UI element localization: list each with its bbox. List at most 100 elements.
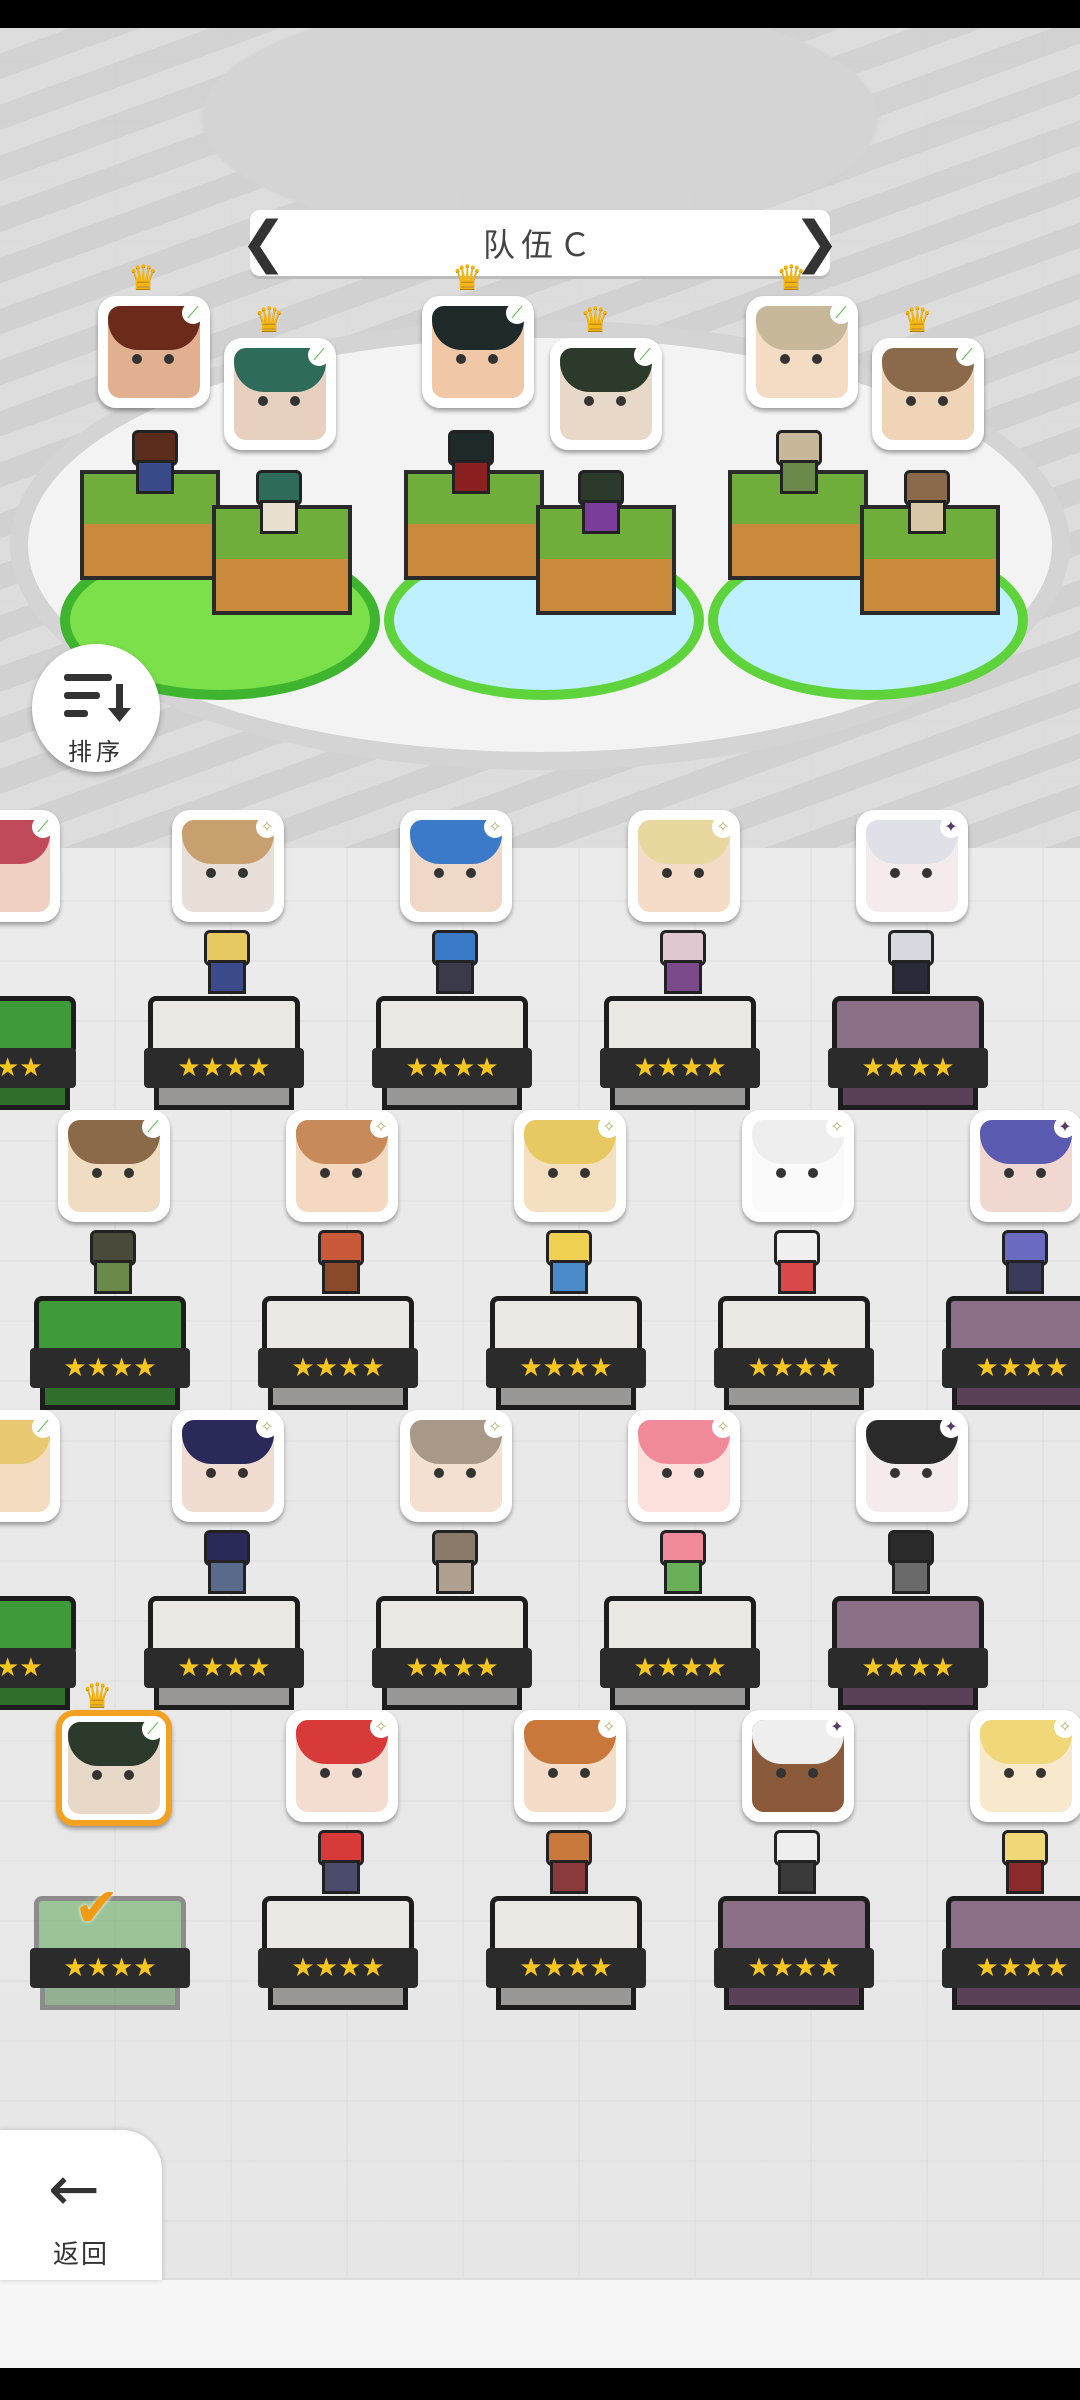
rarity-stars: ★★★★ xyxy=(372,1048,532,1088)
character-portrait[interactable]: ⟋ xyxy=(0,810,60,922)
character-portrait[interactable]: ✧ xyxy=(286,1110,398,1222)
grass-element-icon: ⟋ xyxy=(830,302,852,324)
team-sprite xyxy=(440,430,496,494)
team-sprite xyxy=(248,470,304,534)
character-sprite xyxy=(424,930,480,994)
grass-element-icon: ⟋ xyxy=(142,1116,164,1138)
character-sprite xyxy=(82,1230,138,1294)
light-element-icon: ✧ xyxy=(712,1416,734,1438)
leader-crown-icon: ♛ xyxy=(128,258,159,298)
dark-element-icon: ✦ xyxy=(826,1716,848,1738)
character-portrait[interactable]: ⟋ xyxy=(58,1110,170,1222)
rarity-stars: ★★★★ xyxy=(144,1048,304,1088)
dark-element-icon: ✦ xyxy=(940,816,962,838)
character-sprite xyxy=(424,1530,480,1594)
grass-element-icon: ⟋ xyxy=(32,1416,54,1438)
character-portrait[interactable]: ✧ xyxy=(172,810,284,922)
character-portrait[interactable]: ✧ xyxy=(172,1410,284,1522)
team-sprite xyxy=(896,470,952,534)
light-element-icon: ✧ xyxy=(370,1116,392,1138)
bottom-strip xyxy=(0,2278,1080,2370)
light-element-icon: ✧ xyxy=(598,1116,620,1138)
dark-element-icon: ✦ xyxy=(1054,1116,1076,1138)
character-portrait-selected[interactable]: ⟋ xyxy=(56,1710,172,1826)
back-label: 返回 xyxy=(52,2240,109,2270)
team-member-portrait[interactable]: ⟋ xyxy=(98,296,210,408)
character-sprite xyxy=(652,930,708,994)
character-portrait[interactable]: ✦ xyxy=(856,1410,968,1522)
character-sprite xyxy=(538,1830,594,1894)
team-sprite xyxy=(768,430,824,494)
team-sprite xyxy=(124,430,180,494)
sort-button[interactable]: 排序 xyxy=(32,644,160,772)
light-element-icon: ✧ xyxy=(484,1416,506,1438)
team-member-portrait[interactable]: ⟋ xyxy=(422,296,534,408)
leader-crown-icon: ♛ xyxy=(452,258,483,298)
navigation-bar xyxy=(0,2368,1080,2400)
light-element-icon: ✧ xyxy=(370,1716,392,1738)
chevron-left-icon[interactable]: ❮ xyxy=(240,214,287,272)
character-sprite xyxy=(310,1830,366,1894)
character-portrait[interactable]: ✧ xyxy=(970,1710,1080,1822)
light-element-icon: ✧ xyxy=(484,816,506,838)
character-sprite xyxy=(994,1230,1050,1294)
character-portrait[interactable]: ✦ xyxy=(970,1110,1080,1222)
game-screen: ❮ 队伍Ｃ ❯ ♛ ⟋ ♛ ⟋ ♛ ⟋ ♛ ⟋ ♛ ⟋ ♛ ⟋ 排序 ⟋ ★★ … xyxy=(0,0,1080,2400)
rarity-stars: ★★★★ xyxy=(828,1048,988,1088)
character-sprite xyxy=(310,1230,366,1294)
rarity-stars: ★★★★ xyxy=(600,1648,760,1688)
character-sprite xyxy=(766,1830,822,1894)
character-portrait[interactable]: ✧ xyxy=(742,1110,854,1222)
rarity-stars: ★★★★ xyxy=(372,1648,532,1688)
light-element-icon: ✧ xyxy=(826,1116,848,1138)
character-portrait[interactable]: ✧ xyxy=(628,810,740,922)
grass-element-icon: ⟋ xyxy=(182,302,204,324)
grass-element-icon: ⟋ xyxy=(308,344,330,366)
character-sprite xyxy=(880,930,936,994)
character-portrait[interactable]: ✧ xyxy=(400,1410,512,1522)
selected-check-icon: ✔ xyxy=(74,1876,120,1939)
sort-icon xyxy=(64,674,131,722)
rarity-stars: ★★★★ xyxy=(30,1348,190,1388)
rarity-stars: ★★★★ xyxy=(600,1048,760,1088)
character-portrait[interactable]: ✧ xyxy=(514,1110,626,1222)
character-sprite xyxy=(994,1830,1050,1894)
grass-element-icon: ⟋ xyxy=(634,344,656,366)
leader-crown-icon: ♛ xyxy=(580,300,611,340)
leader-crown-icon: ♛ xyxy=(254,300,285,340)
light-element-icon: ✧ xyxy=(712,816,734,838)
grass-element-icon: ⟋ xyxy=(956,344,978,366)
character-sprite xyxy=(652,1530,708,1594)
character-sprite xyxy=(766,1230,822,1294)
rarity-stars: ★★★★ xyxy=(828,1648,988,1688)
character-sprite xyxy=(538,1230,594,1294)
rarity-stars: ★★★★ xyxy=(942,1348,1080,1388)
back-button[interactable]: ← 返回 xyxy=(0,2130,162,2280)
character-portrait[interactable]: ⟋ xyxy=(0,1410,60,1522)
character-portrait[interactable]: ✧ xyxy=(514,1710,626,1822)
team-name-bar: ❮ 队伍Ｃ ❯ xyxy=(240,210,840,276)
rarity-stars: ★★★★ xyxy=(942,1948,1080,1988)
team-member-portrait[interactable]: ⟋ xyxy=(746,296,858,408)
rarity-stars: ★★★★ xyxy=(258,1948,418,1988)
team-member-portrait[interactable]: ⟋ xyxy=(872,338,984,450)
dark-element-icon: ✦ xyxy=(940,1416,962,1438)
character-sprite xyxy=(196,1530,252,1594)
rarity-stars: ★★★★ xyxy=(714,1348,874,1388)
rarity-stars: ★★★★ xyxy=(486,1948,646,1988)
arrow-left-icon: ← xyxy=(48,2152,100,2225)
light-element-icon: ✧ xyxy=(1054,1716,1076,1738)
character-portrait[interactable]: ✧ xyxy=(400,810,512,922)
team-member-portrait[interactable]: ⟋ xyxy=(550,338,662,450)
rarity-stars: ★★★★ xyxy=(144,1648,304,1688)
grass-element-icon: ⟋ xyxy=(32,816,54,838)
character-portrait[interactable]: ✧ xyxy=(628,1410,740,1522)
character-sprite xyxy=(880,1530,936,1594)
status-bar xyxy=(0,0,1080,28)
rarity-stars: ★★★★ xyxy=(0,1648,76,1688)
character-sprite xyxy=(196,930,252,994)
team-member-portrait[interactable]: ⟋ xyxy=(224,338,336,450)
character-portrait[interactable]: ✧ xyxy=(286,1710,398,1822)
character-portrait[interactable]: ✦ xyxy=(856,810,968,922)
character-portrait[interactable]: ✦ xyxy=(742,1710,854,1822)
